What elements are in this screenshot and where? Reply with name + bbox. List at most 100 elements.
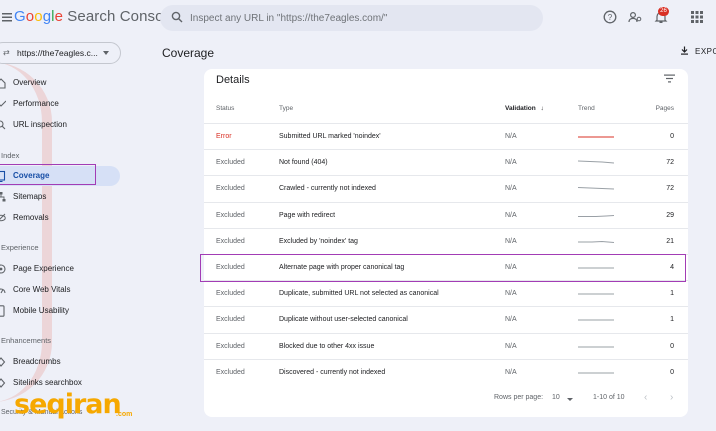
row-status: Excluded [216, 159, 245, 167]
table-row[interactable]: Excluded Duplicate without user-selected … [204, 306, 688, 333]
details-card: Details Status Type Validation ↓ Trend P… [204, 69, 688, 417]
row-trend-sparkline [578, 346, 614, 348]
row-type: Submitted URL marked 'noindex' [279, 133, 381, 140]
row-validation: N/A [505, 133, 517, 140]
section-title-experience: Experience [1, 243, 39, 252]
sidebar-item-sitemaps[interactable]: Sitemaps [0, 187, 120, 207]
chevron-down-icon [103, 51, 109, 55]
row-trend-sparkline [578, 293, 614, 295]
table-row[interactable]: Error Submitted URL marked 'noindex' N/A 0 [204, 123, 688, 150]
seqiran-logo-tld: .com [116, 411, 133, 418]
column-header-validation[interactable]: Validation ↓ [505, 105, 544, 112]
svg-text:?: ? [608, 13, 613, 22]
home-icon [0, 78, 6, 89]
row-trend-sparkline [578, 372, 614, 374]
row-pages: 0 [670, 342, 674, 350]
table-row[interactable]: Excluded Page with redirect N/A 29 [204, 201, 688, 229]
manage-users-icon[interactable] [628, 10, 642, 24]
row-status: Excluded [216, 368, 245, 376]
sitemap-icon [0, 192, 6, 202]
table-row[interactable]: Excluded Crawled - currently not indexed N… [204, 175, 688, 202]
row-pages: 21 [666, 237, 674, 245]
eye-off-icon [0, 213, 6, 222]
google-search-console-logo[interactable]: Google Search Console [14, 8, 175, 25]
table-row[interactable]: Excluded Discovered - currently not index… [204, 358, 688, 386]
row-status: Excluded [216, 316, 245, 324]
sidebar-item-performance[interactable]: Performance [0, 94, 120, 114]
filter-icon[interactable] [664, 74, 675, 83]
section-title-enhancements: Enhancements [1, 336, 52, 345]
property-url: https://the7eagles.c... [17, 48, 98, 58]
row-type: Blocked due to other 4xx issue [279, 342, 375, 350]
row-status: Error [216, 133, 232, 140]
row-trend-sparkline [578, 160, 614, 164]
row-pages: 0 [670, 368, 674, 376]
sidebar-item-overview[interactable]: Overview [0, 73, 120, 93]
chevron-right-icon[interactable]: › [670, 392, 673, 403]
sidebar-item-core-web-vitals[interactable]: Core Web Vitals [0, 280, 120, 300]
row-status: Excluded [216, 290, 245, 298]
row-status: Excluded [216, 342, 245, 350]
seqiran-logo: seqiran [14, 389, 122, 420]
download-icon [681, 46, 688, 55]
arrows-icon: ⇄ [3, 48, 10, 57]
export-button[interactable]: EXPO [680, 46, 716, 56]
row-pages: 1 [670, 316, 674, 324]
diamond-icon [0, 378, 6, 388]
diamond-icon [0, 357, 6, 367]
column-header-status[interactable]: Status [216, 105, 234, 112]
sidebar-item-removals[interactable]: Removals [0, 208, 120, 228]
chevron-down-icon[interactable] [567, 398, 573, 401]
sidebar-item-url-inspection[interactable]: URL inspection [0, 115, 120, 135]
row-type: Discovered - currently not indexed [279, 368, 386, 376]
sidebar-item-breadcrumbs[interactable]: Breadcrumbs [0, 352, 120, 372]
page-range: 1-10 of 10 [593, 394, 625, 401]
row-trend-sparkline [578, 214, 614, 217]
notification-count-badge: 26 [658, 7, 669, 16]
section-title-index: Index [1, 151, 20, 160]
column-header-trend[interactable]: Trend [578, 105, 595, 112]
row-pages: 72 [666, 185, 674, 193]
gauge-icon [0, 288, 6, 294]
row-validation: N/A [505, 211, 517, 219]
row-validation: N/A [505, 159, 517, 167]
help-icon[interactable]: ? [603, 10, 617, 24]
sidebar-item-mobile-usability[interactable]: Mobile Usability [0, 301, 120, 321]
column-header-type[interactable]: Type [279, 105, 293, 112]
table-row[interactable]: Excluded Not found (404) N/A 72 [204, 149, 688, 176]
table-row[interactable]: Excluded Blocked due to other 4xx issue N/… [204, 332, 688, 360]
row-type: Excluded by 'noindex' tag [279, 237, 358, 245]
row-type: Crawled - currently not indexed [279, 185, 376, 193]
smartphone-icon [0, 305, 5, 317]
rows-per-page-label: Rows per page: [494, 394, 544, 401]
row-trend-sparkline [578, 240, 614, 243]
details-title: Details [216, 74, 250, 86]
search-icon [171, 11, 183, 23]
search-bar[interactable] [160, 5, 543, 31]
sidebar-item-page-experience[interactable]: Page Experience [0, 259, 120, 279]
property-selector[interactable]: ⇄ https://the7eagles.c... [0, 42, 121, 64]
coverage-highlight-box [0, 164, 96, 185]
arrow-down-icon: ↓ [540, 105, 544, 112]
row-validation: N/A [505, 368, 517, 376]
table-row[interactable]: Excluded Duplicate, submitted URL not sel… [204, 280, 688, 307]
canonical-row-highlight-box [200, 254, 686, 282]
apps-grid-icon[interactable] [690, 10, 704, 24]
row-validation: N/A [505, 290, 517, 298]
row-pages: 1 [670, 290, 674, 298]
table-row[interactable]: Excluded Excluded by 'noindex' tag N/A 21 [204, 227, 688, 255]
trending-icon [0, 100, 6, 107]
table-pagination: Rows per page: 10 1-10 of 10 ‹ › [204, 389, 688, 409]
row-type: Duplicate without user-selected canonica… [279, 316, 408, 324]
row-pages: 29 [666, 211, 674, 219]
row-status: Excluded [216, 211, 245, 219]
row-status: Excluded [216, 185, 245, 193]
page-title: Coverage [162, 46, 215, 60]
search-input[interactable] [190, 9, 530, 27]
column-header-pages[interactable]: Pages [656, 105, 674, 112]
star-badge-icon [0, 264, 6, 274]
search-icon [0, 120, 6, 130]
rows-per-page-select[interactable]: 10 [552, 394, 560, 401]
chevron-left-icon[interactable]: ‹ [644, 392, 647, 403]
row-validation: N/A [505, 342, 517, 350]
